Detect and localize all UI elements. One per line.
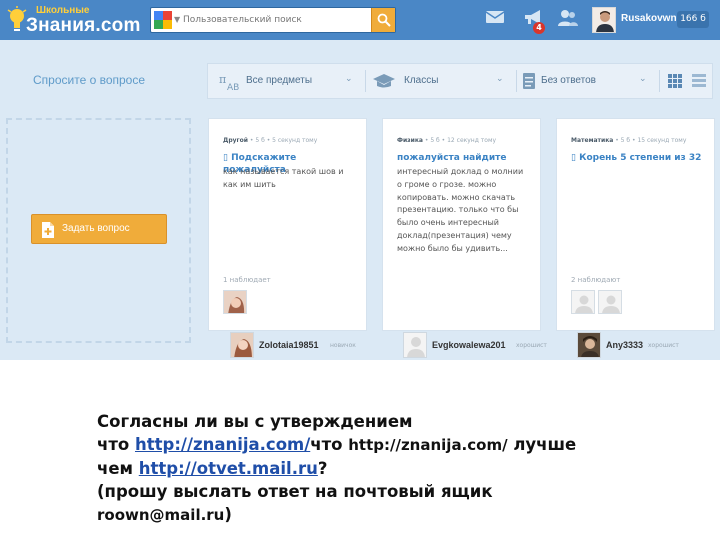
messages-icon[interactable] [485,9,505,25]
graduation-cap-icon [373,74,395,88]
author-rank: хорошист [648,342,679,349]
question-meta: Физика • 5 б • 12 секунд тому [397,137,496,144]
subjects-filter-label: Все предметы [246,75,313,86]
ask-question-icon [42,222,54,238]
author-rank: хорошист [516,342,547,349]
ask-question-button-label: Задать вопрос [62,223,130,234]
friends-icon[interactable] [557,9,579,27]
caption-text: что [97,435,135,454]
question-time: • 5 б • 15 секунд тому [613,137,687,144]
question-text: как называется такой шов и как им шить [223,167,344,189]
chevron-down-icon: ⌄ [345,74,353,84]
question-card[interactable]: Математика • 5 б • 15 секунд тому ▯ Коре… [556,118,715,331]
author-name[interactable]: Evgkowalewa201 [432,340,506,350]
search-input[interactable] [183,10,369,30]
filter-bar: π AB Все предметы ⌄ Классы ⌄ Без ответов [207,63,713,99]
caption-line-4: (прошу выслать ответ на почтовый ящик [97,482,493,501]
subjects-pi-icon: π AB [219,73,239,92]
ask-question-button[interactable]: Задать вопрос [31,214,167,244]
caption-line-3: чем http://otvet.mail.ru? [97,457,697,480]
author-name[interactable]: Zolotaia19851 [259,340,319,350]
grid-view-icon[interactable] [668,74,682,88]
znanija-link[interactable]: http://znanija.com/ [135,435,310,454]
slide-caption: Согласны ли вы с утверждением что http:/… [97,410,697,527]
caption-email: roown@mail.ru [97,506,225,524]
question-subject: Другой [223,137,249,144]
unanswered-marker-icon: ▯ [571,153,580,163]
caption-text: ? [317,459,328,478]
caption-line-5: roown@mail.ru) [97,503,697,527]
author-rank: новичок [330,342,356,349]
answers-filter[interactable]: Без ответов ⌄ [517,64,659,98]
question-card[interactable]: Другой • 5 б • 5 секунд тому ▯ Подскажит… [208,118,367,331]
question-title[interactable]: пожалуйста найдите [397,152,535,164]
caption-text: ) [224,505,232,524]
logo-bulb-icon [7,6,27,31]
search-icon [377,13,391,27]
search-button[interactable] [371,8,395,32]
author-avatar[interactable] [403,332,427,358]
watcher-avatar[interactable] [571,290,595,314]
caption-line-2: что http://znanija.com/что http://znanij… [97,433,697,457]
question-card[interactable]: Физика • 5 б • 12 секунд тому пожалуйста… [382,118,541,331]
caption-text: что [310,435,349,454]
ask-section-title: Спросите о вопросе [33,73,146,87]
subjects-filter[interactable]: π AB Все предметы ⌄ [208,64,365,98]
question-title-text: Корень 5 степени из 32 [579,153,702,163]
author-name[interactable]: Any3333 [606,340,643,350]
svg-text:AB: AB [227,83,239,92]
caption-plain-url: http://znanija.com/ [348,436,508,454]
chevron-down-icon: ⌄ [639,74,647,84]
author-avatar[interactable] [577,332,601,358]
caption-line-1: Согласны ли вы с утверждением [97,412,413,431]
watchers-count: 1 наблюдает [223,276,271,284]
questions-board: Спросите о вопросе π AB Все предметы ⌄ К… [0,40,720,360]
google-plus-icon[interactable] [154,11,172,29]
chevron-down-icon[interactable]: ▼ [174,15,180,24]
classes-filter-label: Классы [404,75,439,86]
question-subject: Физика [397,137,423,144]
author-avatar[interactable] [230,332,254,358]
user-name[interactable]: Rusakovwn [621,13,677,24]
watcher-avatar[interactable] [598,290,622,314]
notification-count-badge[interactable]: 4 [533,22,545,34]
question-time: • 5 б • 12 секунд тому [422,137,497,144]
answers-filter-label: Без ответов [541,75,596,86]
question-title[interactable]: ▯ Корень 5 степени из 32 [571,152,709,164]
chevron-down-icon: ⌄ [496,74,504,84]
question-subject: Математика [571,137,614,144]
question-time: • 5 б • 5 секунд тому [248,137,318,144]
user-points-badge[interactable]: 166 б [677,11,709,28]
question-text: интересный доклад о молнии о громе о гро… [397,167,524,253]
top-navigation-bar: Школьные Знания.com ▼ 4 [0,0,720,40]
otvet-mail-link[interactable]: http://otvet.mail.ru [139,459,318,478]
caption-text: лучше [507,435,577,454]
question-meta: Другой • 5 б • 5 секунд тому [223,137,317,144]
watcher-avatar[interactable] [223,290,247,314]
unanswered-marker-icon: ▯ [223,153,232,163]
filter-divider [659,70,660,92]
document-list-icon [523,73,535,89]
logo-text-big: Знания.com [26,15,141,36]
watchers-count: 2 наблюдают [571,276,621,284]
classes-filter[interactable]: Классы ⌄ [366,64,516,98]
svg-text:π: π [219,73,226,86]
question-meta: Математика • 5 б • 15 секунд тому [571,137,686,144]
search-box: ▼ [150,7,396,33]
list-view-icon[interactable] [692,74,706,88]
user-avatar[interactable] [592,7,616,33]
caption-text: чем [97,459,139,478]
